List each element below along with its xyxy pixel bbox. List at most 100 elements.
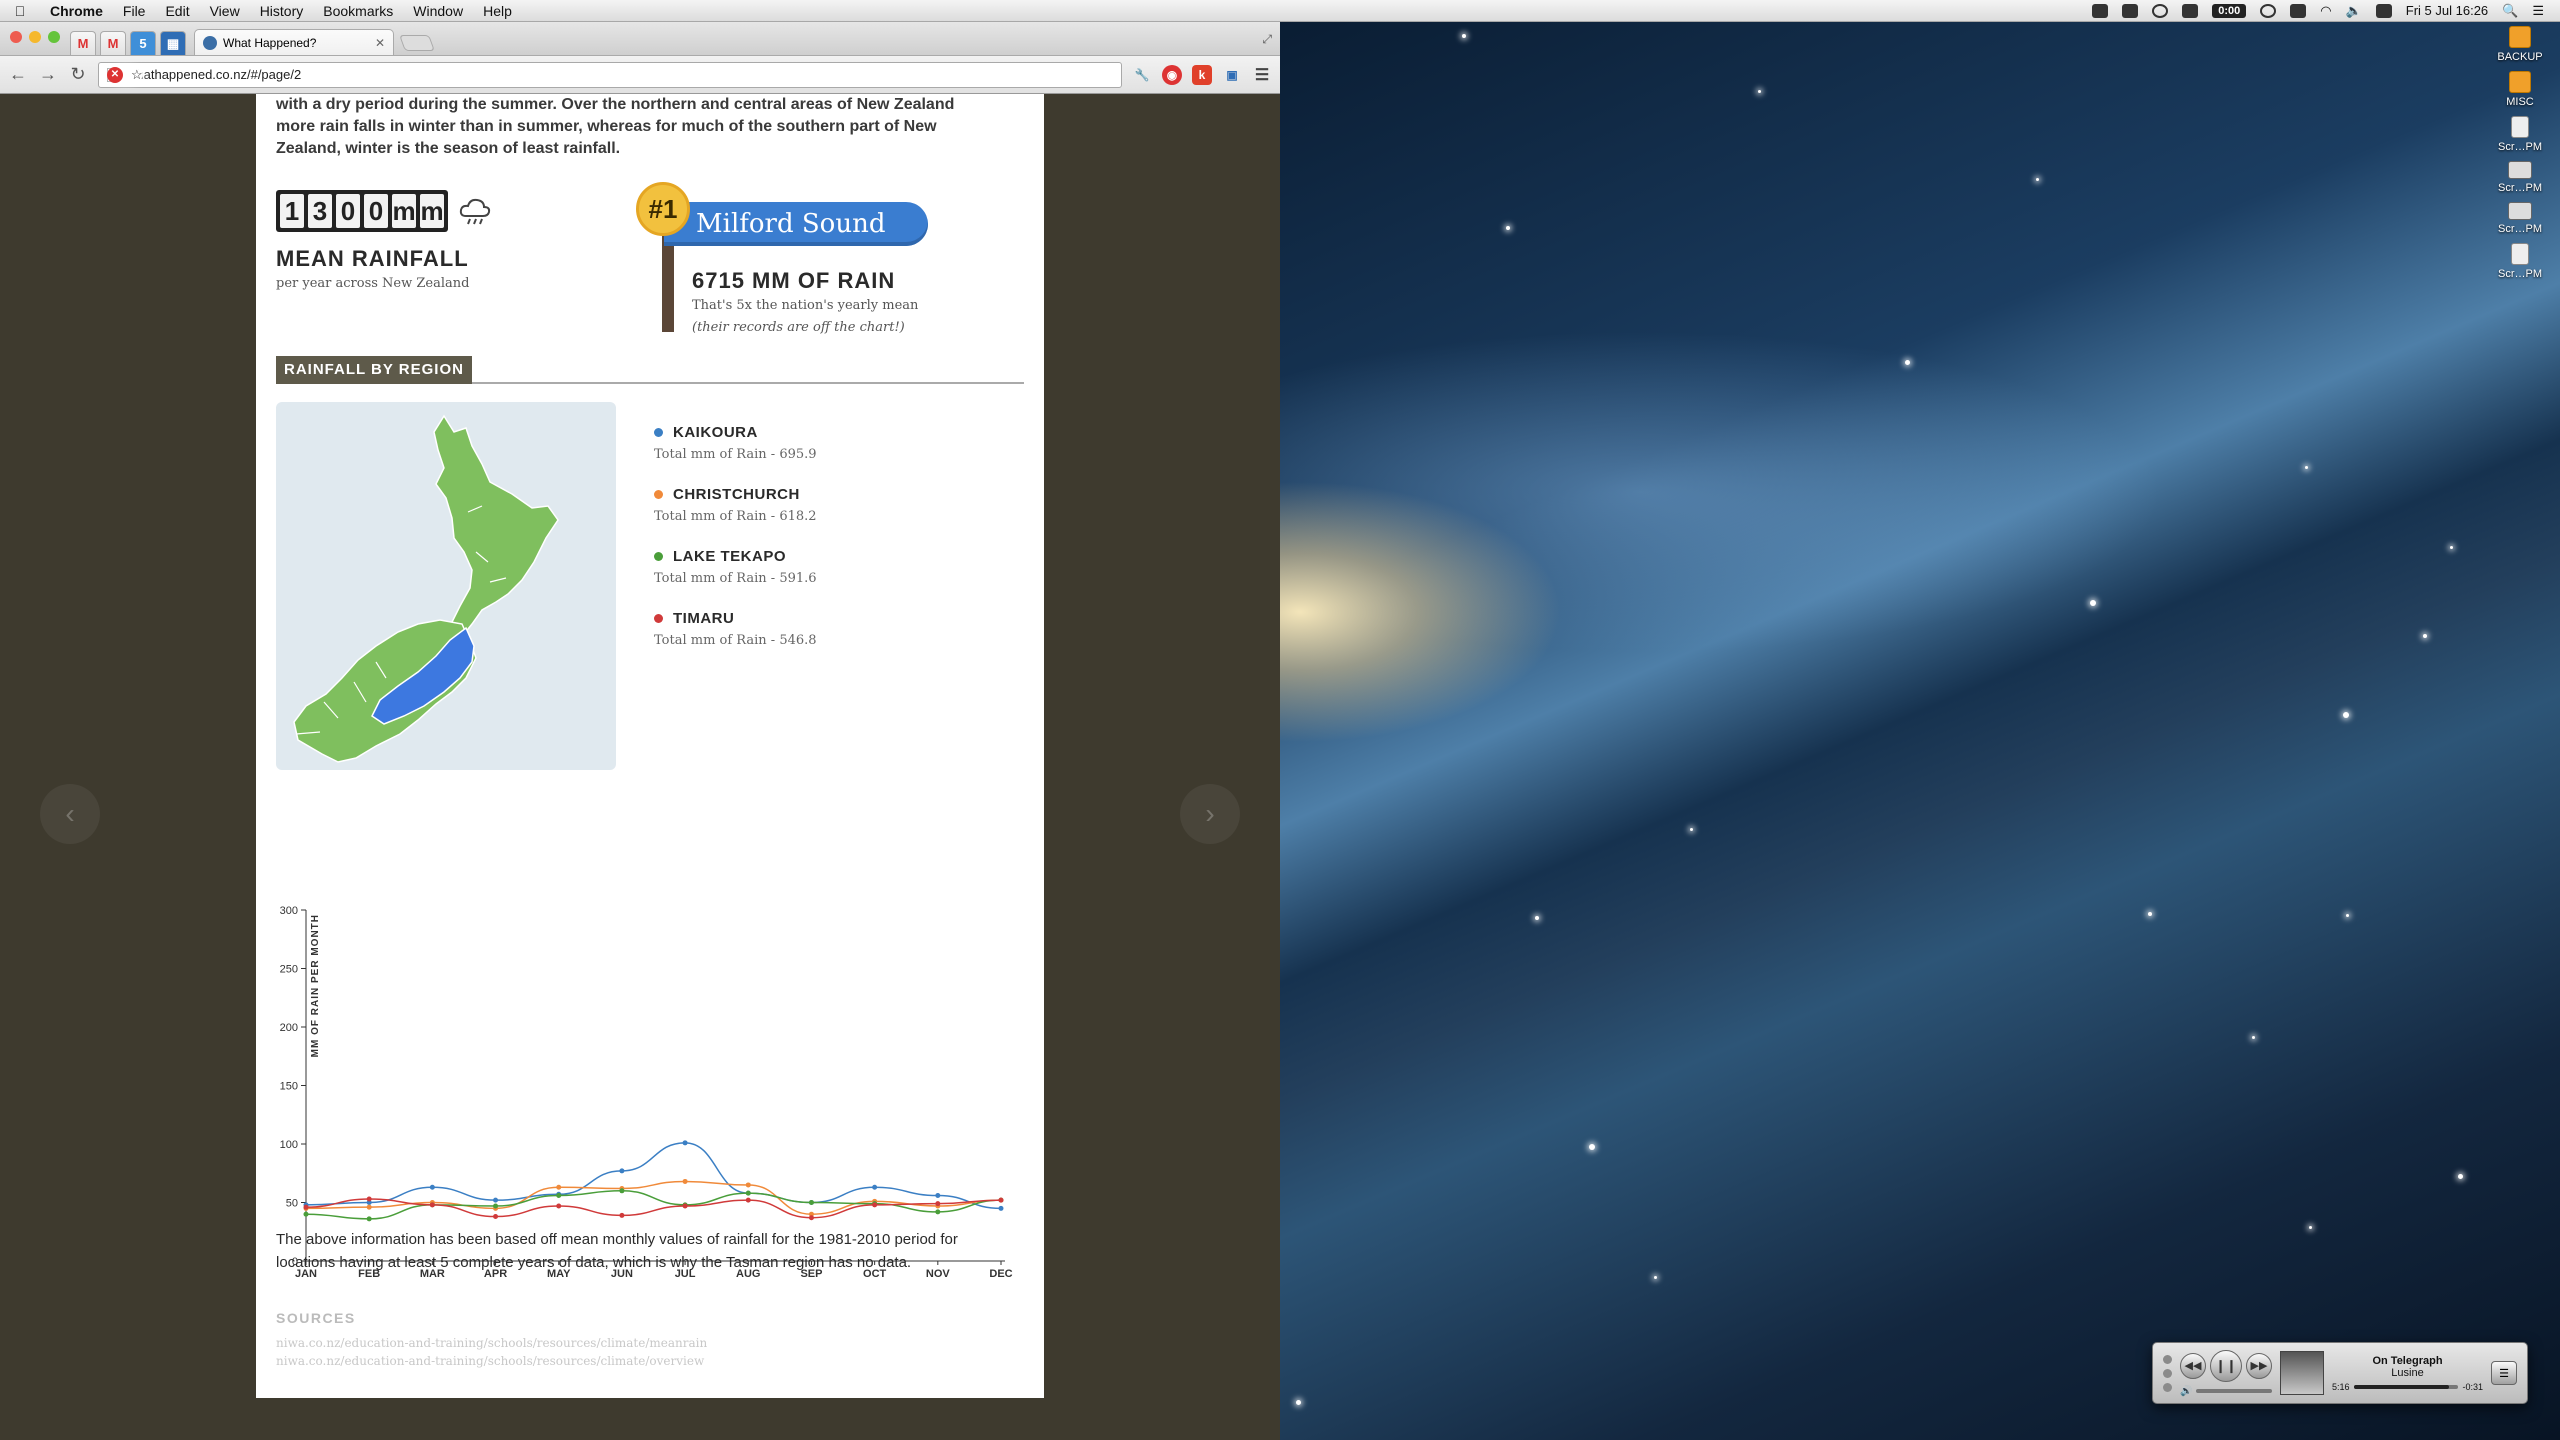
track-info: On Telegraph Lusine 5:16 -0:31 bbox=[2332, 1355, 2483, 1392]
back-icon[interactable]: ← bbox=[8, 64, 28, 85]
up-next-button[interactable]: ☰ bbox=[2491, 1361, 2517, 1385]
record-rainfall-title: 6715 MM OF RAIN bbox=[692, 268, 896, 293]
previous-page-arrow-icon[interactable]: ‹ bbox=[40, 784, 100, 844]
counter-digit: m bbox=[420, 194, 444, 228]
minimize-button[interactable] bbox=[2163, 1368, 2172, 1378]
source-link-meanrain[interactable]: niwa.co.nz/education-and-training/school… bbox=[276, 1336, 707, 1350]
timer-badge[interactable]: 0:00 bbox=[2212, 3, 2247, 18]
url-text: whathappened.co.nz/#/page/2 bbox=[127, 67, 302, 82]
cloud-icon[interactable] bbox=[2182, 3, 2199, 18]
volume-slider[interactable] bbox=[2196, 1389, 2272, 1393]
gmail-tab-icon[interactable]: M bbox=[100, 31, 126, 55]
mean-rainfall-subtitle: per year across New Zealand bbox=[276, 276, 470, 291]
previous-track-button[interactable]: ◀◀ bbox=[2180, 1352, 2206, 1379]
address-bar[interactable]: whathappened.co.nz/#/page/2 ✕ ☆ bbox=[98, 61, 1122, 88]
menu-app[interactable]: Chrome bbox=[40, 0, 113, 22]
menu-view[interactable]: View bbox=[200, 0, 250, 22]
minimize-button[interactable] bbox=[29, 31, 41, 43]
star bbox=[1462, 34, 1466, 38]
menu-file[interactable]: File bbox=[113, 0, 156, 22]
star bbox=[2458, 1174, 2463, 1179]
desktop-icon-screenshot[interactable]: Scr…PM bbox=[2480, 161, 2560, 194]
block-icon[interactable]: ✕ bbox=[107, 66, 123, 83]
app-tab-icon[interactable]: 5 bbox=[130, 31, 156, 55]
clock[interactable]: Fri 5 Jul 16:26 bbox=[2406, 3, 2488, 18]
y-tick-label: 200 bbox=[280, 1022, 298, 1034]
north-island[interactable] bbox=[433, 414, 559, 636]
fullscreen-icon[interactable]: ⤢ bbox=[1262, 32, 1272, 47]
star bbox=[1654, 1276, 1657, 1279]
data-point bbox=[872, 1184, 878, 1190]
apple-menu-icon[interactable]:  bbox=[0, 3, 40, 19]
y-tick-label: 300 bbox=[280, 905, 298, 917]
menu-edit[interactable]: Edit bbox=[155, 0, 199, 22]
legend-item-timaru[interactable]: TIMARU Total mm of Rain - 546.8 bbox=[654, 610, 817, 648]
wifi-icon[interactable]: ◠ bbox=[2320, 3, 2331, 19]
screen-capture-icon[interactable]: ▣ bbox=[1222, 65, 1242, 85]
star bbox=[2309, 1226, 2312, 1229]
menu-bar:  Chrome File Edit View History Bookmark… bbox=[0, 0, 2560, 22]
tab-what-happened[interactable]: What Happened? ✕ bbox=[194, 29, 394, 55]
time-machine-icon[interactable] bbox=[2260, 3, 2277, 18]
legend-item-lake-tekapo[interactable]: LAKE TEKAPO Total mm of Rain - 591.6 bbox=[654, 548, 817, 586]
close-button[interactable] bbox=[2163, 1354, 2172, 1364]
source-link-overview[interactable]: niwa.co.nz/education-and-training/school… bbox=[276, 1354, 704, 1368]
rainfall-line-chart: 050100150200250300JAN FEB MAR APR MAY JUN JUL A… bbox=[280, 905, 1013, 1280]
close-tab-icon[interactable]: ✕ bbox=[375, 36, 385, 50]
menu-history[interactable]: History bbox=[250, 0, 314, 22]
forward-icon[interactable]: → bbox=[38, 64, 58, 85]
volume-icon: 🔊 bbox=[2180, 1385, 2193, 1397]
legend-label: KAIKOURA bbox=[673, 424, 758, 441]
rain-cloud-icon bbox=[459, 198, 491, 225]
star bbox=[2148, 912, 2152, 916]
desktop-icon-backup[interactable]: BACKUP bbox=[2480, 26, 2560, 63]
desktop-icon-screenshot[interactable]: Scr…PM bbox=[2480, 202, 2560, 235]
desktop-icon-misc[interactable]: MISC bbox=[2480, 71, 2560, 108]
desktop-icon-screenshot[interactable]: Scr…PM bbox=[2480, 243, 2560, 280]
gmail-tab-icon[interactable]: M bbox=[70, 31, 96, 55]
data-point bbox=[935, 1209, 941, 1215]
legend-dot bbox=[654, 490, 663, 499]
star bbox=[2343, 712, 2349, 718]
volume-icon[interactable]: 🔈 bbox=[2346, 3, 2362, 19]
star bbox=[1535, 916, 1539, 920]
battery-icon[interactable] bbox=[2375, 3, 2392, 18]
adblock-icon[interactable]: ◉ bbox=[1162, 64, 1182, 85]
skype-icon[interactable] bbox=[2092, 3, 2109, 18]
close-button[interactable] bbox=[10, 31, 22, 43]
desktop-icon-screenshot[interactable]: Scr…PM bbox=[2480, 116, 2560, 153]
next-page-arrow-icon[interactable]: › bbox=[1180, 784, 1240, 844]
legend-dot bbox=[654, 552, 663, 561]
zoom-button[interactable] bbox=[48, 31, 60, 43]
tab-strip: M M 5 ▦ What Happened? ✕ ⤢ bbox=[0, 22, 1280, 56]
wrench-icon[interactable]: 🔧 bbox=[1132, 65, 1152, 85]
trello-tab-icon[interactable]: ▦ bbox=[160, 31, 186, 55]
bookmark-star-icon[interactable]: ☆ bbox=[131, 67, 143, 83]
data-point bbox=[998, 1197, 1004, 1203]
chrome-window: M M 5 ▦ What Happened? ✕ ⤢ ← → ↻ whathap… bbox=[0, 22, 1280, 1440]
zoom-button[interactable] bbox=[2163, 1382, 2172, 1392]
pause-button[interactable]: ❙❙ bbox=[2210, 1349, 2242, 1382]
data-point bbox=[872, 1202, 878, 1208]
notification-center-icon[interactable]: ☰ bbox=[2532, 3, 2544, 19]
reload-icon[interactable]: ↻ bbox=[68, 64, 88, 85]
rank-badge: #1 bbox=[636, 182, 690, 236]
new-tab-button[interactable] bbox=[399, 35, 435, 51]
dropbox-icon[interactable] bbox=[2122, 3, 2139, 18]
sync-icon[interactable] bbox=[2152, 3, 2169, 18]
extension-k-icon[interactable]: k bbox=[1192, 64, 1212, 85]
desktop-icons: BACKUP MISC Scr…PM Scr…PM Scr…PM Scr…PM bbox=[2480, 26, 2560, 280]
nz-region-map bbox=[276, 402, 616, 770]
bluetooth-icon[interactable] bbox=[2290, 3, 2307, 18]
star bbox=[2252, 1036, 2255, 1039]
desktop bbox=[1280, 22, 2560, 1440]
menu-window[interactable]: Window bbox=[403, 0, 473, 22]
legend-item-kaikoura[interactable]: KAIKOURA Total mm of Rain - 695.9 bbox=[654, 424, 817, 462]
menu-icon[interactable]: ☰ bbox=[1252, 65, 1272, 85]
menu-bookmarks[interactable]: Bookmarks bbox=[313, 0, 403, 22]
next-track-button[interactable]: ▶▶ bbox=[2246, 1352, 2272, 1379]
progress-bar[interactable] bbox=[2353, 1384, 2459, 1389]
legend-item-christchurch[interactable]: CHRISTCHURCH Total mm of Rain - 618.2 bbox=[654, 486, 817, 524]
spotlight-icon[interactable]: 🔍 bbox=[2502, 3, 2518, 19]
menu-help[interactable]: Help bbox=[473, 0, 522, 22]
